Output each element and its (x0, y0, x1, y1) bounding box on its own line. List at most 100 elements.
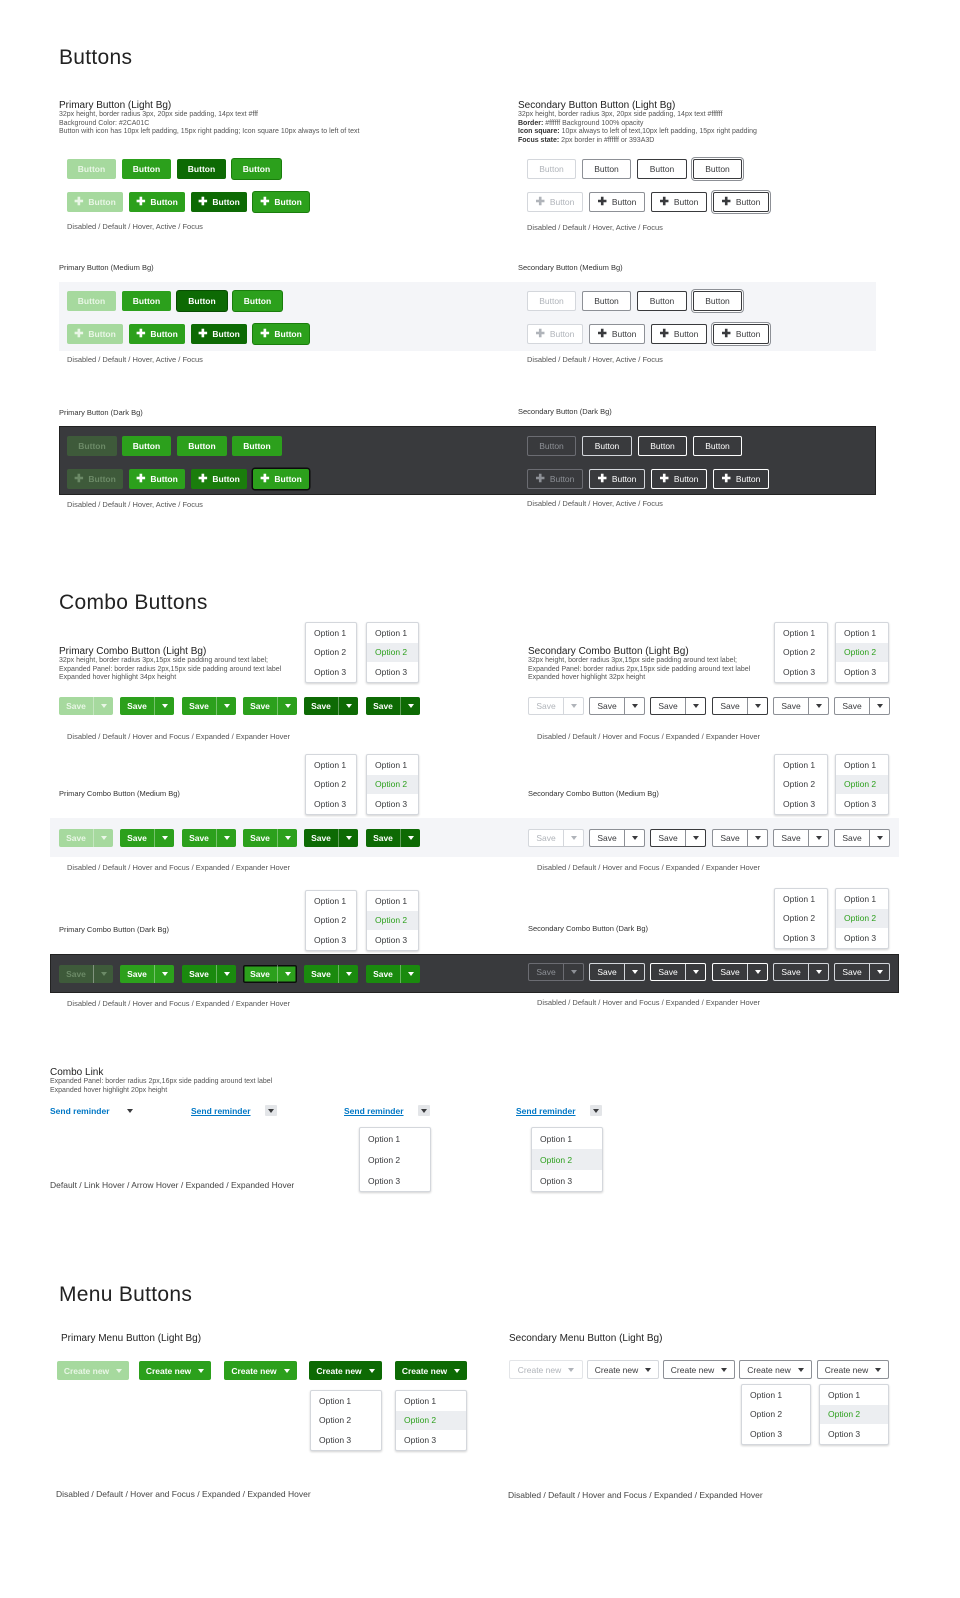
option-3[interactable]: Option 3 (306, 794, 356, 814)
secondary-combo-expander-hover[interactable]: Save (773, 829, 829, 847)
option-1[interactable]: Option 1 (836, 755, 888, 775)
secondary-combo-hover-focus[interactable]: Save (650, 829, 706, 847)
option-1[interactable]: Option 1 (360, 1128, 430, 1149)
combo-expander[interactable] (338, 965, 358, 983)
primary-combo-expander-hover[interactable]: Save (304, 829, 358, 847)
primary-combo-expanded[interactable]: Save (243, 829, 297, 847)
option-1[interactable]: Option 1 (306, 623, 356, 643)
option-1[interactable]: Option 1 (836, 889, 888, 909)
option-3[interactable]: Option 3 (360, 1170, 430, 1191)
primary-combo-expander-hover[interactable]: Save (304, 965, 358, 983)
primary-combo-hover-focus[interactable]: Save (182, 697, 236, 715)
secondary-button-disabled[interactable]: Button (527, 159, 576, 179)
combo-expander[interactable] (93, 697, 113, 715)
option-2[interactable]: Option 2 (367, 774, 418, 794)
secondary-combo-expanded[interactable]: Save (712, 829, 768, 847)
secondary-button-focus[interactable]: Button (693, 436, 742, 456)
primary-combo-disabled[interactable]: Save (59, 829, 113, 847)
combo-main[interactable]: Save (529, 964, 563, 980)
option-3[interactable]: Option 3 (775, 794, 827, 814)
option-3[interactable]: Option 3 (836, 928, 888, 948)
primary-combo-default[interactable]: Save (120, 965, 174, 983)
combo-main[interactable]: Save (774, 698, 808, 714)
secondary-icon-button-hover-active[interactable]: ✚ Button (651, 192, 707, 212)
option-2[interactable]: Option 2 (532, 1149, 602, 1170)
combo-expander[interactable] (216, 697, 236, 715)
option-3[interactable]: Option 3 (311, 1430, 381, 1450)
primary-combo-default[interactable]: Save (120, 697, 174, 715)
primary-menu-button-default[interactable]: Create new (139, 1361, 211, 1380)
secondary-button-default[interactable]: Button (582, 159, 631, 179)
secondary-icon-button-default[interactable]: ✚ Button (589, 469, 645, 489)
combo-main[interactable]: Save (713, 698, 747, 714)
combo-main[interactable]: Save (529, 698, 563, 714)
option-1[interactable]: Option 1 (742, 1385, 810, 1405)
combo-expander[interactable] (869, 830, 889, 846)
primary-icon-button-disabled[interactable]: ✚ Button (67, 324, 123, 344)
combo-main[interactable]: Save (713, 964, 747, 980)
secondary-button-focus[interactable]: Button (693, 291, 742, 311)
primary-button-hover-active[interactable]: Button (177, 436, 227, 456)
primary-menu-button-disabled[interactable]: Create new (57, 1361, 129, 1380)
option-2[interactable]: Option 2 (306, 911, 356, 931)
secondary-combo-hover-focus[interactable]: Save (650, 697, 706, 715)
option-1[interactable]: Option 1 (775, 889, 827, 909)
combo-main[interactable]: Save (835, 698, 869, 714)
primary-combo-disabled[interactable]: Save (59, 965, 113, 983)
option-2[interactable]: Option 2 (836, 908, 888, 928)
option-2[interactable]: Option 2 (742, 1405, 810, 1425)
secondary-button-disabled[interactable]: Button (527, 436, 576, 456)
option-3[interactable]: Option 3 (836, 662, 888, 682)
option-2[interactable]: Option 2 (311, 1411, 381, 1431)
secondary-button-focus[interactable]: Button (693, 159, 742, 179)
secondary-menu-button-disabled[interactable]: Create new (509, 1360, 583, 1379)
primary-icon-button-focus[interactable]: ✚ Button (253, 324, 309, 344)
option-2[interactable]: Option 2 (306, 775, 356, 795)
combo-main[interactable]: Save (529, 830, 563, 846)
option-2[interactable]: Option 2 (367, 642, 418, 662)
combo-expander[interactable] (277, 829, 297, 847)
combo-main[interactable]: Save (713, 830, 747, 846)
combo-main[interactable]: Save (304, 965, 338, 983)
combo-expander[interactable] (685, 698, 705, 714)
combo-main[interactable]: Save (243, 829, 277, 847)
primary-button-disabled[interactable]: Button (67, 159, 116, 179)
option-1[interactable]: Option 1 (367, 623, 418, 643)
combo-expander[interactable] (400, 965, 420, 983)
combo-expander[interactable] (400, 697, 420, 715)
secondary-combo-expander-hover[interactable]: Save (834, 829, 890, 847)
option-2[interactable]: Option 2 (306, 643, 356, 663)
primary-icon-button-default[interactable]: ✚ Button (129, 469, 185, 489)
send-reminder-link[interactable]: Send reminder (516, 1106, 576, 1116)
secondary-combo-disabled[interactable]: Save (528, 829, 584, 847)
secondary-combo-default[interactable]: Save (589, 829, 645, 847)
combo-expander[interactable] (277, 965, 297, 983)
secondary-combo-hover-focus[interactable]: Save (650, 963, 706, 981)
combo-main[interactable]: Save (243, 965, 277, 983)
secondary-icon-button-hover-active[interactable]: ✚ Button (651, 469, 707, 489)
combo-expander[interactable] (747, 830, 767, 846)
secondary-combo-expanded[interactable]: Save (712, 697, 768, 715)
option-1[interactable]: Option 1 (836, 623, 888, 643)
combo-expander[interactable] (277, 697, 297, 715)
combo-main[interactable]: Save (651, 830, 685, 846)
secondary-menu-button-hover-focus[interactable]: Create new (663, 1360, 735, 1379)
option-1[interactable]: Option 1 (820, 1385, 888, 1405)
combo-expander[interactable] (685, 964, 705, 980)
primary-icon-button-hover-active[interactable]: ✚ Button (191, 192, 247, 212)
combo-main[interactable]: Save (774, 830, 808, 846)
combo-main[interactable]: Save (59, 965, 93, 983)
send-reminder-link[interactable]: Send reminder (191, 1106, 251, 1116)
primary-button-default[interactable]: Button (122, 436, 171, 456)
option-3[interactable]: Option 3 (367, 930, 418, 950)
secondary-icon-button-default[interactable]: ✚ Button (589, 324, 645, 344)
secondary-combo-disabled[interactable]: Save (528, 697, 584, 715)
combo-expander[interactable] (400, 829, 420, 847)
combo-expander[interactable] (869, 698, 889, 714)
primary-icon-button-focus[interactable]: ✚ Button (253, 192, 309, 212)
primary-button-disabled[interactable]: Button (67, 436, 117, 456)
primary-menu-button-hover-focus[interactable]: Create new (224, 1361, 297, 1380)
primary-icon-button-hover-active[interactable]: ✚ Button (191, 469, 247, 489)
combo-expander[interactable] (747, 964, 767, 980)
secondary-button-hover-active[interactable]: Button (638, 436, 687, 456)
